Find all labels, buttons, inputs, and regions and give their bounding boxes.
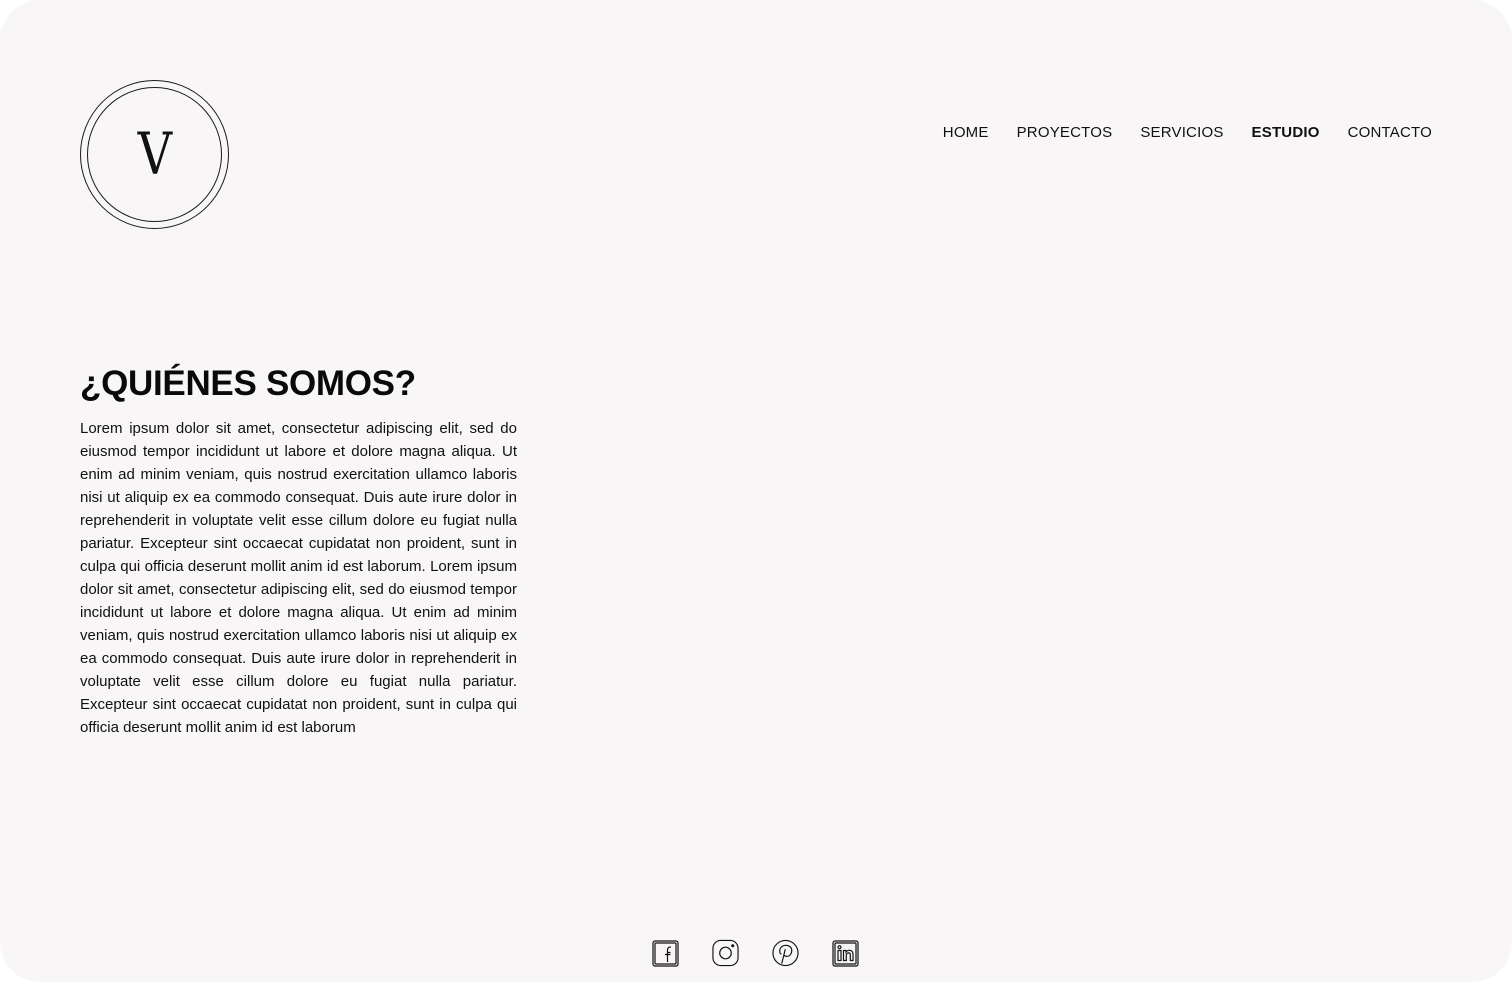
nav-item-estudio[interactable]: ESTUDIO — [1252, 123, 1320, 143]
facebook-icon[interactable] — [652, 938, 679, 968]
nav-item-contacto[interactable]: CONTACTO — [1348, 123, 1432, 143]
page: V HOME PROYECTOS SERVICIOS ESTUDIO CONTA… — [0, 0, 1512, 982]
pinterest-icon[interactable] — [772, 938, 799, 968]
linkedin-icon[interactable] — [832, 938, 859, 968]
social-links — [652, 938, 859, 968]
page-title: ¿QUIÉNES SOMOS? — [80, 364, 416, 403]
logo[interactable]: V — [80, 80, 229, 229]
nav-item-home[interactable]: HOME — [943, 123, 989, 143]
logo-inner-ring: V — [87, 87, 222, 222]
nav-item-proyectos[interactable]: PROYECTOS — [1017, 123, 1113, 143]
about-body-text: Lorem ipsum dolor sit amet, consectetur … — [80, 420, 517, 736]
nav-item-servicios[interactable]: SERVICIOS — [1140, 123, 1223, 143]
instagram-icon[interactable] — [712, 938, 739, 968]
main-nav: HOME PROYECTOS SERVICIOS ESTUDIO CONTACT… — [943, 123, 1432, 143]
logo-letter: V — [137, 119, 172, 188]
